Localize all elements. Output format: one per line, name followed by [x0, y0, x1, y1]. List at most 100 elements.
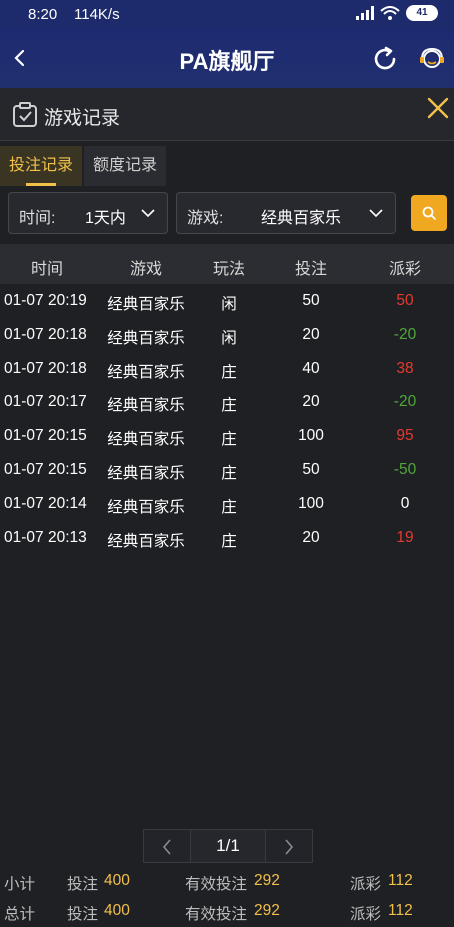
- total-label: 总计: [4, 906, 36, 923]
- table-row[interactable]: 01-07 20:14 经典百家乐 庄 100 0: [0, 487, 454, 521]
- refresh-icon[interactable]: [370, 44, 400, 74]
- cell-play: 庄: [221, 397, 237, 415]
- cell-play: 庄: [221, 363, 237, 381]
- table-row[interactable]: 01-07 20:18 经典百家乐 闲 20 -20: [0, 318, 454, 352]
- status-icons: 41: [356, 5, 438, 21]
- record-tabs: 投注记录 额度记录: [0, 146, 166, 186]
- total-valid-label: 有效投注: [185, 906, 248, 923]
- game-filter-value: 经典百家乐: [261, 210, 342, 227]
- record-clipboard-icon: [13, 102, 37, 127]
- signal-icon: [356, 6, 374, 20]
- table-row[interactable]: 01-07 20:15 经典百家乐 庄 100 95: [0, 419, 454, 453]
- bet-record-list: 01-07 20:19 经典百家乐 闲 50 50 01-07 20:18 经典…: [0, 284, 454, 554]
- cell-payout: 38: [396, 359, 414, 377]
- cell-bet: 20: [302, 325, 320, 343]
- cell-payout: 19: [396, 528, 414, 546]
- column-header-payout: 派彩: [388, 261, 421, 278]
- table-row[interactable]: 01-07 20:18 经典百家乐 庄 40 38: [0, 352, 454, 386]
- time-filter-label: 时间:: [19, 210, 56, 227]
- cell-game: 经典百家乐: [107, 397, 185, 415]
- subtotal-label: 小计: [4, 876, 36, 893]
- column-header-play: 玩法: [212, 261, 245, 278]
- subtotal-valid-label: 有效投注: [185, 876, 248, 893]
- status-network-speed: 114K/s: [74, 6, 120, 23]
- cell-time: 01-07 20:17: [4, 393, 87, 411]
- cell-bet: 100: [298, 494, 324, 512]
- status-bar: 8:20 114K/s 41: [0, 0, 454, 28]
- panel-title: 游戏记录: [44, 108, 121, 129]
- table-row[interactable]: 01-07 20:17 经典百家乐 庄 20 -20: [0, 385, 454, 419]
- app-bar: PA旗舰厅: [0, 28, 454, 88]
- chevron-down-icon: [141, 209, 155, 218]
- cell-game: 经典百家乐: [107, 296, 185, 313]
- total-row: 总计 投注 400 有效投注 292 派彩 112: [0, 897, 454, 927]
- cell-time: 01-07 20:19: [4, 292, 87, 309]
- cell-time: 01-07 20:15: [4, 460, 87, 478]
- subtotal-row: 小计 投注 400 有效投注 292 派彩 112: [0, 867, 454, 897]
- cell-payout: -20: [393, 325, 417, 343]
- total-valid-value: 292: [254, 902, 280, 919]
- close-icon[interactable]: [426, 96, 450, 120]
- time-filter-value: 1天内: [85, 210, 126, 227]
- cell-bet: 40: [302, 359, 320, 377]
- table-row[interactable]: 01-07 20:19 经典百家乐 闲 50 50: [0, 284, 454, 318]
- cell-play: 庄: [221, 532, 237, 550]
- next-page-button[interactable]: [265, 829, 313, 863]
- cell-payout: 95: [396, 427, 414, 445]
- prev-page-button[interactable]: [143, 829, 191, 863]
- game-filter-label: 游戏:: [187, 210, 224, 227]
- subtotal-payout-label: 派彩: [350, 876, 382, 893]
- battery-icon: 41: [406, 5, 438, 21]
- cell-payout: 50: [396, 292, 414, 309]
- cell-play: 闲: [221, 296, 237, 313]
- cell-time: 01-07 20:18: [4, 359, 87, 377]
- cell-bet: 100: [298, 427, 324, 445]
- tab-bet-records[interactable]: 投注记录: [0, 146, 82, 186]
- cell-game: 经典百家乐: [107, 532, 185, 550]
- cell-time: 01-07 20:15: [4, 427, 87, 445]
- customer-service-icon[interactable]: [418, 45, 446, 73]
- cell-payout: -20: [393, 393, 417, 411]
- cell-time: 01-07 20:13: [4, 528, 87, 546]
- total-payout-label: 派彩: [350, 906, 382, 923]
- cell-game: 经典百家乐: [107, 431, 185, 449]
- game-filter-dropdown[interactable]: 游戏: 经典百家乐: [176, 192, 396, 234]
- column-header-game: 游戏: [129, 261, 162, 278]
- table-row[interactable]: 01-07 20:15 经典百家乐 庄 50 -50: [0, 453, 454, 487]
- game-record-header: 游戏记录: [0, 88, 454, 141]
- cell-play: 闲: [221, 329, 237, 347]
- pagination: 1/1: [143, 829, 313, 863]
- column-header-bet: 投注: [294, 261, 327, 278]
- table-header: 时间 游戏 玩法 投注 派彩: [0, 244, 454, 284]
- cell-bet: 20: [302, 393, 320, 411]
- chevron-left-icon: [162, 839, 171, 855]
- cell-payout: 0: [400, 494, 410, 512]
- cell-game: 经典百家乐: [107, 363, 185, 381]
- cell-game: 经典百家乐: [107, 498, 185, 516]
- cell-game: 经典百家乐: [107, 464, 185, 482]
- subtotal-payout-value: 112: [388, 872, 413, 889]
- chevron-down-icon: [369, 209, 383, 218]
- subtotal-bet-label: 投注: [67, 876, 99, 893]
- cell-play: 庄: [221, 498, 237, 516]
- search-button[interactable]: [411, 195, 447, 231]
- cell-time: 01-07 20:14: [4, 494, 87, 512]
- total-bet-value: 400: [104, 902, 130, 919]
- cell-play: 庄: [221, 431, 237, 449]
- cell-bet: 50: [302, 460, 320, 478]
- total-payout-value: 112: [388, 902, 413, 919]
- cell-bet: 20: [302, 528, 320, 546]
- cell-play: 庄: [221, 464, 237, 482]
- tab-credit-records[interactable]: 额度记录: [84, 146, 166, 186]
- page-indicator: 1/1: [191, 829, 265, 863]
- wifi-icon: [380, 6, 400, 20]
- cell-time: 01-07 20:18: [4, 325, 87, 343]
- chevron-right-icon: [285, 839, 294, 855]
- total-bet-label: 投注: [67, 906, 99, 923]
- table-row[interactable]: 01-07 20:13 经典百家乐 庄 20 19: [0, 521, 454, 555]
- subtotal-valid-value: 292: [254, 872, 280, 889]
- subtotal-bet-value: 400: [104, 872, 130, 889]
- search-icon: [422, 206, 436, 220]
- status-time: 8:20: [28, 6, 58, 23]
- time-filter-dropdown[interactable]: 时间: 1天内: [8, 192, 168, 234]
